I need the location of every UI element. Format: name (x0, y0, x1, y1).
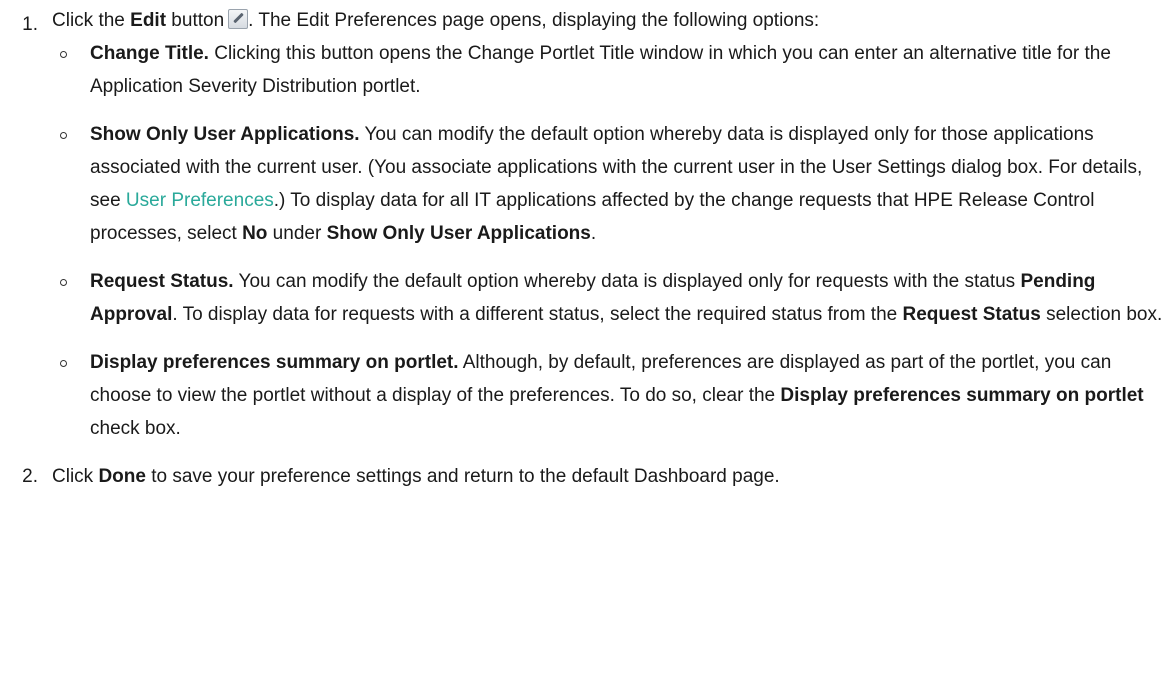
step-1: 1. Click the Edit button. The Edit Prefe… (0, 4, 1172, 445)
step-text: Click the Edit button. The Edit Preferen… (52, 9, 820, 31)
option-display-preferences-summary: Display preferences summary on portlet. … (52, 346, 1172, 445)
bullet-icon (60, 360, 67, 367)
user-preferences-link[interactable]: User Preferences (126, 190, 274, 211)
bullet-icon (60, 51, 67, 58)
option-title: Show Only User Applications. (90, 124, 360, 145)
option-title: Display preferences summary on portlet. (90, 352, 459, 373)
step-text: Click Done to save your preference setti… (52, 466, 780, 487)
pencil-icon[interactable] (228, 9, 249, 29)
bullet-icon (60, 279, 67, 286)
option-text: Clicking this button opens the Change Po… (90, 43, 1111, 97)
document-page: 1. Click the Edit button. The Edit Prefe… (0, 0, 1172, 493)
option-change-title: Change Title. Clicking this button opens… (52, 37, 1172, 103)
step-number: 2. (22, 466, 38, 487)
bullet-icon (60, 132, 67, 139)
step-number: 1. (22, 14, 38, 35)
option-title: Change Title. (90, 43, 209, 64)
option-title: Request Status. (90, 271, 234, 292)
option-request-status: Request Status. You can modify the defau… (52, 265, 1172, 331)
step-2: 2. Click Done to save your preference se… (0, 460, 1172, 493)
option-show-only-user-applications: Show Only User Applications. You can mod… (52, 118, 1172, 250)
options-list: Change Title. Clicking this button opens… (52, 37, 1172, 445)
